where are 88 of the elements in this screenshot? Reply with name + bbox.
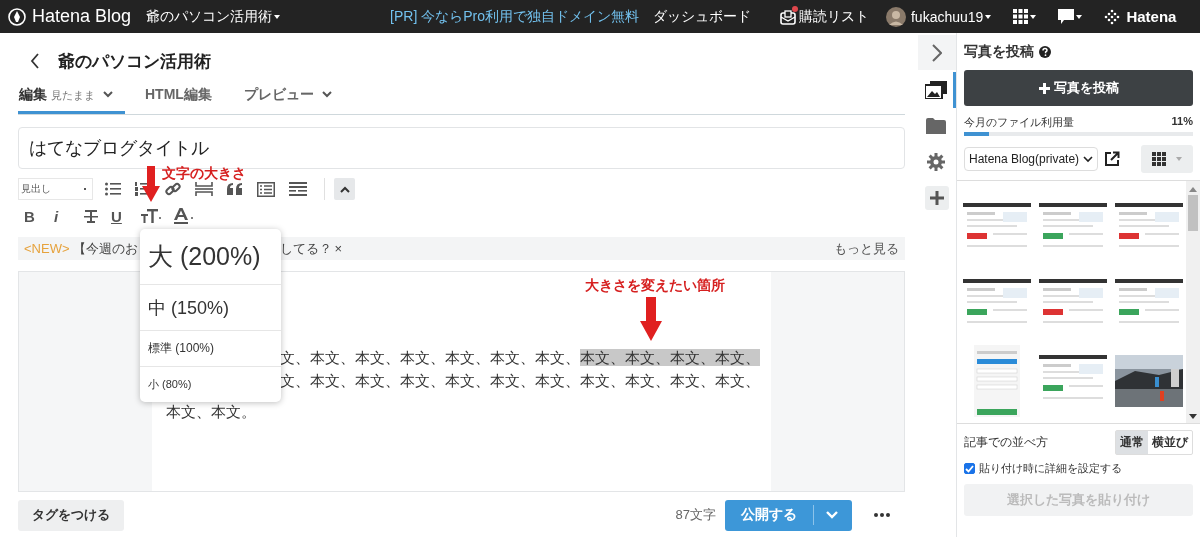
dashboard-link[interactable]: ダッシュボード <box>653 7 751 26</box>
comment-icon[interactable] <box>1058 9 1075 24</box>
arrow-icon <box>640 297 662 341</box>
grid-view-button[interactable] <box>1141 145 1193 173</box>
notice-text[interactable]: 【今週のお <box>72 239 138 258</box>
quote-icon[interactable] <box>227 183 243 195</box>
checkbox[interactable] <box>964 463 975 474</box>
menu-item[interactable]: 小 (80%) <box>140 367 281 402</box>
more-options-icon[interactable] <box>874 513 890 517</box>
images-icon <box>924 81 947 99</box>
apps-grid-icon[interactable] <box>1013 9 1029 24</box>
collapse-toolbar-button[interactable] <box>334 178 355 200</box>
character-count: 87文字 <box>675 506 716 524</box>
notice-text[interactable]: してる？ <box>279 239 332 258</box>
italic-button[interactable]: i <box>54 207 66 225</box>
caret-icon <box>1030 14 1037 19</box>
table-of-contents-icon[interactable] <box>257 181 275 197</box>
menu-item[interactable]: 大 (200%) <box>140 229 281 285</box>
side-tab[interactable] <box>925 186 949 210</box>
menu-item[interactable]: 標準 (100%) <box>140 331 281 367</box>
external-link-icon[interactable] <box>1104 151 1121 167</box>
avatar-icon[interactable] <box>886 6 906 27</box>
caret-icon <box>1076 14 1083 19</box>
scrollbar-thumb[interactable] <box>1188 195 1198 231</box>
text-size-icon[interactable] <box>141 209 161 223</box>
checkbox-label: 貼り付け時に詳細を設定する <box>979 461 1122 476</box>
more-link[interactable]: もっと見る <box>834 239 899 258</box>
arrow-icon <box>142 166 160 202</box>
chevron-up-icon <box>339 185 350 193</box>
editor-tab[interactable]: 編集 見たまま <box>18 86 125 114</box>
caret-icon <box>985 14 992 19</box>
link-icon[interactable] <box>165 181 181 197</box>
promo-link[interactable]: [PR] 今ならPro利用で独自ドメイン無料 <box>390 7 639 26</box>
caret-icon <box>274 14 281 19</box>
reading-list-link[interactable]: 購読リスト <box>799 7 869 26</box>
menu-item[interactable]: 中 (150%) <box>140 285 281 331</box>
help-icon[interactable] <box>1039 46 1051 58</box>
grid-icon <box>1152 152 1166 166</box>
body-text: 文、本文、本文、本文、本文、本文、本文、 <box>280 349 580 366</box>
add-tags-button[interactable]: タグをつける <box>18 499 124 531</box>
heading-select[interactable]: 見出し <box>18 178 93 200</box>
text-color-icon[interactable] <box>174 208 194 224</box>
chevron-right-icon <box>932 43 942 62</box>
editor-tab[interactable]: プレビュー <box>241 86 344 114</box>
back-icon[interactable] <box>30 53 40 69</box>
annotation-text: 文字の大きさ <box>162 166 246 180</box>
new-tag: <NEW> <box>24 241 70 256</box>
scroll-up-icon[interactable] <box>1189 187 1197 192</box>
bullet-list-icon[interactable] <box>105 182 121 196</box>
usage-label: 今月のファイル利用量 <box>964 115 1074 130</box>
caret-icon <box>1176 157 1182 161</box>
arrange-label: 記事での並べ方 <box>964 434 1048 451</box>
usage-percent: 11% <box>1171 115 1193 129</box>
logo-icon[interactable] <box>8 7 26 26</box>
scroll-down-icon[interactable] <box>1189 414 1197 419</box>
brand-link[interactable]: Hatena <box>1126 8 1177 25</box>
album-select[interactable]: Hatena Blog(private) <box>964 147 1099 171</box>
mail-icon[interactable] <box>779 7 797 26</box>
selected-text: 本文、本文、本文、本文、 <box>580 349 760 366</box>
editor-tab[interactable]: HTML編集 <box>143 86 224 114</box>
arrange-option[interactable]: 通常 <box>1116 431 1148 454</box>
chevron-down-icon[interactable] <box>103 91 113 98</box>
expand-panel-button[interactable] <box>918 35 956 70</box>
plus-icon <box>930 191 944 205</box>
post-photo-button[interactable]: 写真を投稿 <box>964 70 1193 106</box>
blog-title: 爺のパソコン活用術 <box>58 50 211 73</box>
close-button[interactable]: × <box>334 241 343 256</box>
plus-icon <box>1038 82 1050 94</box>
body-text: 文、本文、本文、本文、本文、本文、本文、本文、本文、本文、本文、 <box>280 372 760 389</box>
settings-icon <box>926 153 945 171</box>
dots-logo-icon[interactable] <box>1104 8 1121 25</box>
chevron-down-icon[interactable] <box>321 91 332 98</box>
body-text: 本文、本文。 <box>166 403 256 420</box>
check-icon <box>965 464 974 473</box>
underline-button[interactable]: U <box>111 207 123 225</box>
arrange-option[interactable]: 横並び <box>1148 431 1192 454</box>
folder-icon <box>925 118 946 134</box>
strikethrough-icon[interactable] <box>84 209 98 223</box>
chevron-down-icon <box>1083 155 1094 163</box>
annotation-text: 大きさを変えたい箇所 <box>585 277 725 295</box>
bold-button[interactable]: B <box>24 207 36 225</box>
logo-text[interactable]: Hatena Blog <box>32 6 132 27</box>
read-more-icon[interactable] <box>289 182 307 196</box>
horizontal-rule-icon[interactable] <box>195 182 213 196</box>
blog-menu[interactable]: 爺のパソコン活用術 <box>146 7 273 26</box>
scrollbar[interactable] <box>1186 181 1200 423</box>
user-menu[interactable]: fukachuu19 <box>911 8 984 25</box>
panel-title: 写真を投稿 <box>964 43 1034 61</box>
